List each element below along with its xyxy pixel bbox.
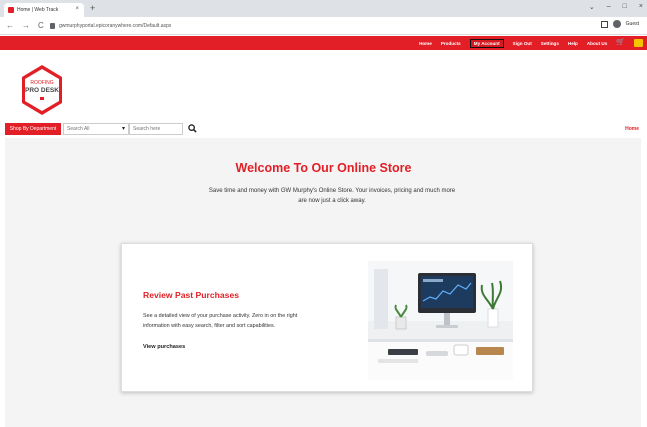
- desk-computer-image: [368, 261, 513, 380]
- close-window-icon[interactable]: ×: [639, 3, 643, 11]
- search-input[interactable]: [129, 123, 183, 135]
- nav-home[interactable]: Home: [419, 41, 432, 46]
- back-icon[interactable]: ←: [6, 21, 14, 30]
- category-select[interactable]: Search All ▾: [63, 123, 129, 135]
- nav-help[interactable]: Help: [568, 41, 578, 46]
- site-favicon-icon: [8, 7, 14, 13]
- roofing-pro-desk-logo[interactable]: ROOFING PRO DESK: [20, 64, 64, 116]
- view-purchases-link[interactable]: View purchases: [143, 344, 185, 350]
- lock-icon: [50, 23, 55, 29]
- welcome-intro: Save time and money with GW Murphy's Onl…: [208, 188, 456, 204]
- shop-by-department-button[interactable]: Shop By Department: [5, 123, 61, 135]
- minimize-icon[interactable]: –: [607, 3, 611, 11]
- welcome-title: Welcome To Our Online Store: [235, 161, 412, 175]
- notification-flag-icon[interactable]: [634, 39, 643, 47]
- breadcrumb-home[interactable]: Home: [625, 126, 639, 132]
- address-bar: ← → C gwmurphyportal.epicoranywhere.com/…: [0, 17, 647, 35]
- window-controls: ⌄ – □ ×: [589, 3, 643, 11]
- extensions-icon[interactable]: [600, 20, 608, 28]
- category-value: Search All: [67, 126, 90, 132]
- tab-close-icon[interactable]: ×: [75, 6, 79, 12]
- nav-sign-out[interactable]: Sign Out: [513, 41, 532, 46]
- card-description: See a detailed view of your purchase act…: [143, 313, 298, 329]
- tab-search-icon[interactable]: ⌄: [589, 3, 595, 11]
- caret-down-icon: ▾: [121, 126, 125, 132]
- url-field[interactable]: gwmurphyportal.epicoranywhere.com/Defaul…: [50, 20, 610, 32]
- tab-title: Home | Web Track: [17, 7, 59, 13]
- logo-line2: PRO DESK: [25, 87, 59, 94]
- main-nav-bar: Home Products My Account Sign Out Settin…: [0, 36, 647, 50]
- card-title: Review Past Purchases: [143, 290, 240, 300]
- browser-nav-buttons: ← → C: [6, 21, 44, 30]
- search-icon: [187, 124, 197, 133]
- nav-my-account[interactable]: My Account: [469, 38, 504, 48]
- nav-products[interactable]: Products: [441, 41, 461, 46]
- profile-label[interactable]: Guest: [626, 21, 639, 27]
- url-text: gwmurphyportal.epicoranywhere.com/Defaul…: [59, 23, 172, 29]
- forward-icon[interactable]: →: [22, 21, 30, 30]
- profile-avatar-icon[interactable]: [612, 20, 621, 28]
- nav-links: Home Products My Account Sign Out Settin…: [419, 36, 625, 50]
- shopping-cart-icon[interactable]: 🛒: [616, 39, 625, 47]
- profile-area: Guest: [600, 20, 639, 28]
- search-button[interactable]: [186, 122, 198, 135]
- nav-settings[interactable]: Settings: [541, 41, 559, 46]
- logo-line1: ROOFING: [30, 80, 53, 86]
- browser-tab[interactable]: Home | Web Track ×: [4, 3, 84, 17]
- nav-about-us[interactable]: About Us: [587, 41, 607, 46]
- maximize-icon[interactable]: □: [623, 3, 627, 11]
- reload-icon[interactable]: C: [38, 21, 44, 30]
- new-tab-button[interactable]: +: [90, 3, 95, 13]
- browser-tab-bar: Home | Web Track × + ⌄ – □ ×: [0, 0, 647, 17]
